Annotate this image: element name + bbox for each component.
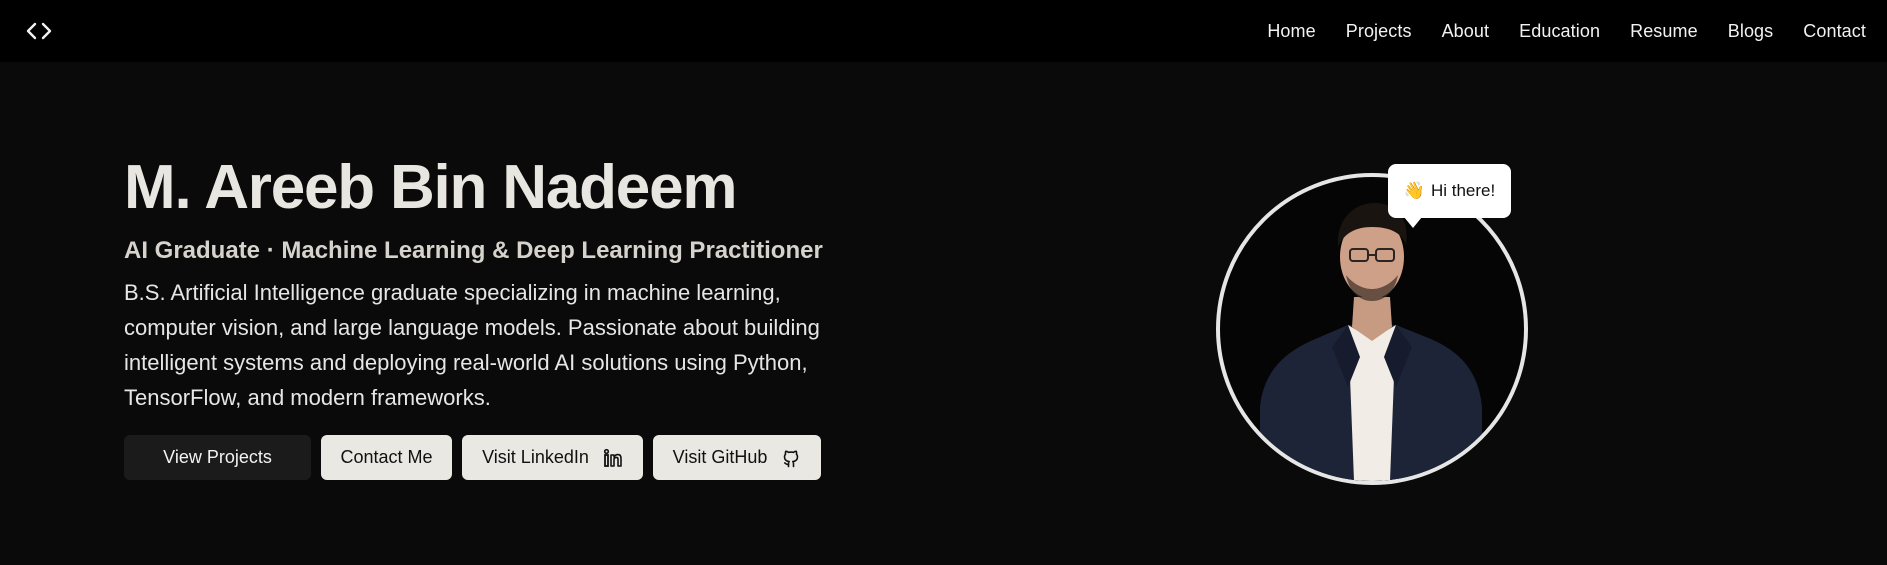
hero-subtitle: AI Graduate · Machine Learning & Deep Le… [124, 237, 823, 264]
speech-bubble-text: Hi there! [1430, 181, 1496, 200]
navbar: Home Projects About Education Resume Blo… [0, 0, 1887, 62]
view-projects-button[interactable]: View Projects [124, 435, 311, 480]
hero-section: M. Areeb Bin Nadeem AI Graduate · Machin… [0, 62, 1887, 565]
code-brackets-icon[interactable] [24, 16, 54, 46]
linkedin-icon [603, 448, 623, 468]
nav-link-contact[interactable]: Contact [1803, 21, 1866, 42]
portrait-container [1216, 173, 1528, 485]
github-icon [781, 448, 801, 468]
view-projects-label: View Projects [163, 447, 272, 467]
nav-link-projects[interactable]: Projects [1346, 21, 1412, 42]
nav-link-resume[interactable]: Resume [1630, 21, 1698, 42]
waving-hand-icon: 👋 [1403, 181, 1425, 200]
contact-me-button[interactable]: Contact Me [321, 435, 452, 480]
nav-link-blogs[interactable]: Blogs [1728, 21, 1774, 42]
hero-intro: M. Areeb Bin Nadeem AI Graduate · Machin… [124, 152, 884, 480]
profile-photo [1216, 173, 1528, 485]
nav-link-education[interactable]: Education [1519, 21, 1600, 42]
hero-description: B.S. Artificial Intelligence graduate sp… [124, 280, 820, 410]
visit-github-button[interactable]: Visit GitHub [653, 435, 821, 480]
hero-name: M. Areeb Bin Nadeem [124, 153, 737, 222]
nav-link-about[interactable]: About [1442, 21, 1490, 42]
contact-me-label: Contact Me [340, 447, 433, 467]
visit-github-label: Visit GitHub [672, 447, 768, 467]
visit-linkedin-label: Visit LinkedIn [482, 447, 589, 467]
nav-links: Home Projects About Education Resume Blo… [1237, 21, 1866, 42]
nav-link-home[interactable]: Home [1267, 21, 1315, 42]
visit-linkedin-button[interactable]: Visit LinkedIn [462, 435, 643, 480]
speech-bubble: 👋 Hi there! [1388, 164, 1511, 228]
hero-buttons: View Projects Contact Me Visit LinkedIn … [124, 435, 884, 480]
